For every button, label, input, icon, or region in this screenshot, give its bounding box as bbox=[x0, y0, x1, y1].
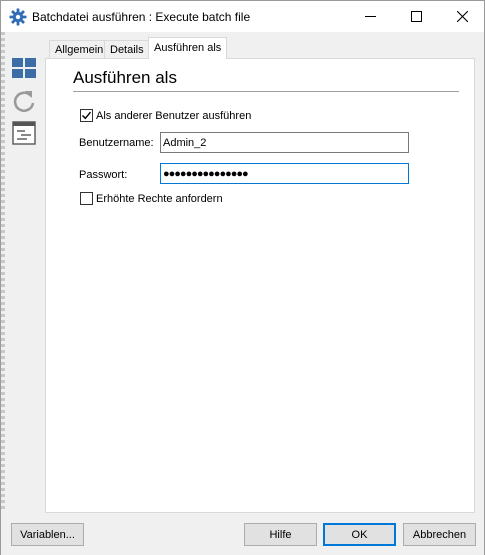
title-divider bbox=[73, 91, 459, 92]
elevated-rights-label: Erhöhte Rechte anfordern bbox=[96, 192, 223, 205]
window-title: Batchdatei ausführen : Execute batch fil… bbox=[32, 10, 251, 24]
maximize-button[interactable] bbox=[393, 1, 439, 32]
run-as-other-user-checkbox[interactable]: Als anderer Benutzer ausführen bbox=[80, 109, 251, 122]
elevated-rights-checkbox[interactable]: Erhöhte Rechte anfordern bbox=[80, 192, 223, 205]
username-label: Benutzername: bbox=[79, 137, 154, 149]
tab-details[interactable]: Details bbox=[104, 40, 150, 59]
ok-button[interactable]: OK bbox=[323, 523, 396, 546]
gear-icon bbox=[9, 8, 27, 26]
properties-list-icon[interactable] bbox=[11, 120, 37, 146]
tab-ausfuehren-als[interactable]: Ausführen als bbox=[148, 37, 228, 59]
variables-button[interactable]: Variablen... bbox=[11, 523, 84, 546]
tab-panel: Ausführen als Als anderer Benutzer ausfü… bbox=[45, 58, 475, 513]
username-field[interactable] bbox=[160, 132, 409, 153]
help-button[interactable]: Hilfe bbox=[244, 523, 317, 546]
dialog-window: Batchdatei ausführen : Execute batch fil… bbox=[0, 0, 485, 555]
maximize-icon bbox=[410, 11, 422, 22]
close-button[interactable] bbox=[439, 1, 485, 32]
run-as-other-user-label: Als anderer Benutzer ausführen bbox=[96, 109, 252, 122]
close-icon bbox=[456, 11, 468, 22]
tab-strip: Allgemein Details Ausführen als bbox=[45, 37, 475, 59]
checkbox-box[interactable] bbox=[80, 109, 93, 122]
checkmark-icon bbox=[82, 111, 92, 120]
page-title: Ausführen als bbox=[73, 68, 177, 87]
title-bar[interactable]: Batchdatei ausführen : Execute batch fil… bbox=[1, 1, 484, 32]
cancel-button[interactable]: Abbrechen bbox=[403, 523, 476, 546]
password-label: Passwort: bbox=[79, 169, 128, 181]
checkbox-box[interactable] bbox=[80, 192, 93, 205]
minimize-icon bbox=[364, 16, 376, 17]
sidebar-resize-edge[interactable] bbox=[1, 32, 5, 512]
windows-grid-icon[interactable] bbox=[11, 56, 37, 82]
minimize-button[interactable] bbox=[347, 1, 393, 32]
refresh-icon[interactable] bbox=[11, 88, 37, 114]
button-bar: Variablen... Hilfe OK Abbrechen bbox=[1, 513, 484, 555]
password-field[interactable] bbox=[160, 163, 409, 184]
tab-allgemein[interactable]: Allgemein bbox=[49, 40, 110, 59]
